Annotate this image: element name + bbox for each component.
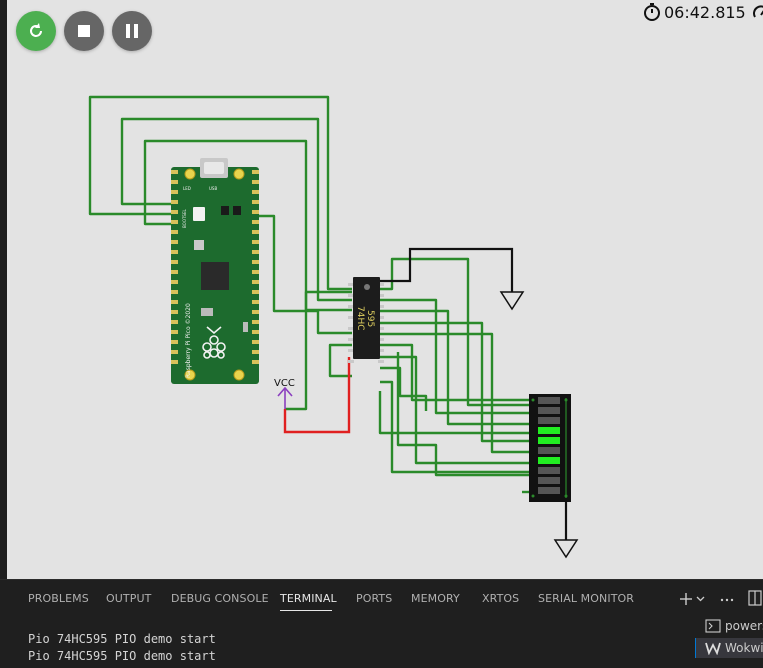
ground-symbol-2 [553, 539, 579, 559]
tab-problems[interactable]: PROBLEMS [28, 592, 89, 605]
wire-gnd-chip [380, 247, 514, 292]
tab-xrtos[interactable]: XRTOS [482, 592, 519, 605]
tab-serial-monitor[interactable]: SERIAL MONITOR [538, 592, 634, 605]
new-terminal-control[interactable] [679, 592, 709, 606]
wire-pico-chip [255, 214, 352, 335]
tab-debug-console[interactable]: DEBUG CONSOLE [171, 592, 269, 605]
terminal-item-label: Wokwi [725, 641, 763, 655]
pico-label-led: LED [183, 186, 191, 191]
pause-icon [126, 24, 138, 38]
led-bar-graph[interactable] [529, 394, 571, 502]
pico-label-usb: USB [209, 186, 217, 191]
rp2040-chip [201, 262, 229, 290]
more-icon[interactable] [720, 592, 734, 606]
terminal-output[interactable]: Pio 74HC595 PIO demo start Pio 74HC595 P… [28, 631, 216, 665]
led-segment [538, 427, 560, 434]
pico-label-bootsel: BOOTSEL [182, 209, 187, 228]
led-segment [538, 487, 560, 494]
tab-output[interactable]: OUTPUT [106, 592, 151, 605]
stop-icon [78, 25, 90, 37]
wire-r7 [380, 355, 530, 465]
circuit-diagram: LED USB BOOTSEL Raspberry Pi Pico ©2020 … [88, 95, 579, 559]
led-segment [538, 397, 560, 404]
split-icon[interactable] [748, 590, 762, 606]
terminal-icon [705, 619, 721, 633]
tab-ports[interactable]: PORTS [356, 592, 392, 605]
chevron-down-icon [696, 596, 705, 602]
simulator-canvas[interactable]: LED USB BOOTSEL Raspberry Pi Pico ©2020 … [0, 0, 763, 579]
pause-button[interactable] [112, 11, 152, 51]
timer-value: 06:42.815 [664, 2, 746, 22]
led-segment [538, 447, 560, 454]
led-segment [538, 417, 560, 424]
restart-button[interactable] [16, 11, 56, 51]
tab-memory[interactable]: MEMORY [411, 592, 460, 605]
wire-r8 [380, 366, 428, 411]
ground-symbol-1 [499, 291, 525, 311]
wokwi-icon [705, 642, 721, 655]
chip-label-74hc: 74HC [355, 306, 365, 331]
restart-icon [30, 23, 42, 37]
led-segment [538, 467, 560, 474]
tab-terminal[interactable]: TERMINAL [280, 592, 337, 605]
terminal-item-powershell[interactable]: powershell [695, 616, 763, 636]
chip-label-595: 595 [365, 310, 375, 327]
stopwatch-icon [644, 3, 660, 21]
vcc-label: VCC [274, 378, 295, 389]
bootsel-button [193, 207, 205, 221]
led-segment [538, 477, 560, 484]
terminal-item-label: powershell [725, 619, 763, 633]
active-tab-indicator [280, 610, 332, 611]
terminal-item-wokwi[interactable]: Wokwi [695, 638, 763, 658]
simulation-timer: 06:42.815 [642, 1, 763, 23]
wire-r3 [380, 309, 530, 426]
stop-button[interactable] [64, 11, 104, 51]
speedometer-icon [752, 5, 763, 18]
wire-r5 [380, 332, 530, 454]
led-segment [538, 407, 560, 414]
terminal-line: Pio 74HC595 PIO demo start [28, 649, 216, 663]
terminal-line: Pio 74HC595 PIO demo start [28, 632, 216, 646]
bottom-panel: PROBLEMS OUTPUT DEBUG CONSOLE TERMINAL P… [0, 579, 763, 668]
plus-icon [680, 593, 692, 605]
terminal-list: powershell Wokwi [695, 612, 763, 668]
led-segment [538, 437, 560, 444]
power-wire [283, 357, 351, 434]
led-segment [538, 457, 560, 464]
pico-side-text: Raspberry Pi Pico ©2020 [185, 303, 192, 378]
wire-r6 [380, 343, 530, 402]
vcc-symbol [277, 386, 293, 409]
